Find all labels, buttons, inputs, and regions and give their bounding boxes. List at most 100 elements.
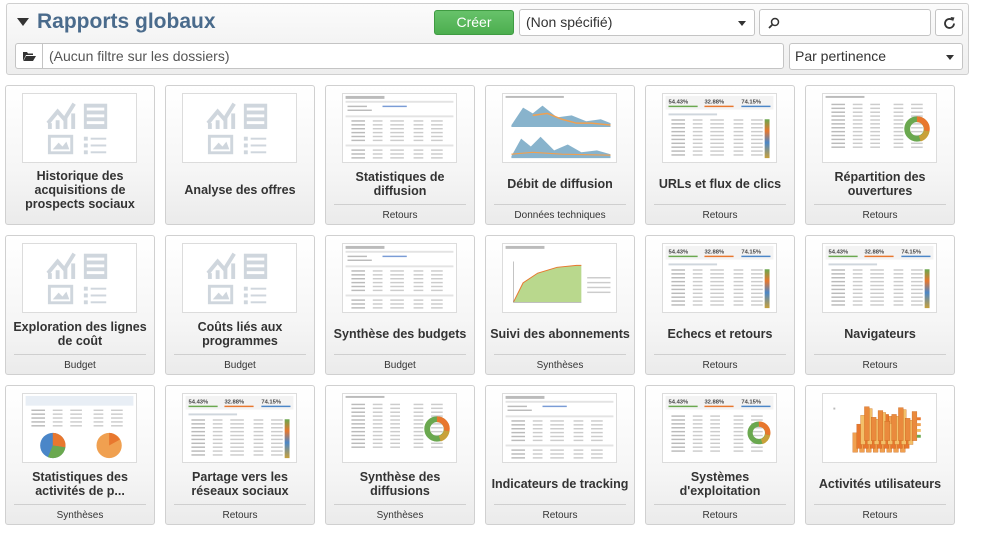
report-title: Navigateurs	[844, 327, 916, 341]
report-preview-image	[23, 244, 136, 312]
report-preview-image	[183, 244, 296, 312]
report-card[interactable]: Synthèse des budgets Budget	[325, 235, 475, 375]
chevron-down-icon	[738, 21, 746, 26]
report-category: Retours	[814, 204, 946, 221]
report-thumbnail	[22, 393, 137, 463]
report-card[interactable]: Coûts liés aux programmes Budget	[165, 235, 315, 375]
collapse-triangle-icon[interactable]	[17, 18, 29, 26]
report-title: Synthèse des diffusions	[359, 470, 441, 498]
report-title: Coûts liés aux programmes	[197, 320, 283, 348]
report-thumbnail	[342, 93, 457, 163]
report-card[interactable]: 54.43% 32.88% 74.15%	[645, 235, 795, 375]
sort-select[interactable]: Par pertinence	[789, 43, 963, 70]
report-preview-image	[25, 395, 134, 459]
report-preview-image	[825, 95, 930, 148]
report-preview-image	[505, 245, 611, 303]
report-category: Retours	[174, 504, 306, 521]
report-title: Indicateurs de tracking	[491, 477, 629, 491]
open-folder-icon	[23, 52, 36, 61]
report-card[interactable]: Activités utilisateurs Retours	[805, 385, 955, 525]
report-category: Retours	[654, 204, 786, 221]
report-title: Débit de diffusion	[507, 177, 613, 191]
report-title: Statistiques des activités de p...	[32, 470, 128, 498]
report-preview-image: 54.43% 32.88% 74.15%	[665, 95, 774, 159]
report-thumbnail: 54.43% 32.88% 74.15%	[662, 243, 777, 313]
reports-header: Rapports globaux Créer (Non spécifié) (A…	[6, 3, 969, 75]
report-preview-image	[505, 395, 614, 459]
report-category: Budget	[14, 354, 146, 371]
report-thumbnail	[22, 93, 137, 163]
report-category: Budget	[334, 354, 466, 371]
svg-text:74.15%: 74.15%	[741, 400, 762, 406]
svg-text:54.43%: 54.43%	[669, 250, 690, 256]
report-card[interactable]: Débit de diffusion Données techniques	[485, 85, 635, 225]
report-thumbnail	[502, 393, 617, 463]
report-thumbnail	[182, 243, 297, 313]
svg-text:74.15%: 74.15%	[901, 250, 922, 256]
report-thumbnail	[502, 243, 617, 313]
report-title: Echecs et retours	[667, 327, 773, 341]
report-category: Retours	[654, 504, 786, 521]
report-title: Partage vers les réseaux sociaux	[191, 470, 289, 498]
report-thumbnail	[182, 93, 297, 163]
chevron-down-icon	[946, 55, 954, 60]
report-preview-image: 54.43% 32.88% 74.15%	[665, 395, 774, 452]
report-card[interactable]: 54.43% 32.88% 74.15%	[165, 385, 315, 525]
report-preview-image	[183, 94, 296, 162]
report-card[interactable]: Suivi des abonnements Synthèses	[485, 235, 635, 375]
report-title: Exploration des lignes de coût	[13, 320, 147, 348]
svg-text:32.88%: 32.88%	[704, 100, 725, 106]
report-category: Retours	[814, 504, 946, 521]
report-card[interactable]: Analyse des offres	[165, 85, 315, 225]
report-thumbnail	[822, 393, 937, 463]
report-title: Analyse des offres	[184, 183, 296, 197]
folder-button[interactable]	[15, 43, 43, 69]
report-category: Données techniques	[494, 204, 626, 221]
report-thumbnail: 54.43% 32.88% 74.15%	[662, 393, 777, 463]
report-thumbnail: 54.43% 32.88% 74.15%	[182, 393, 297, 463]
search-icon	[768, 17, 780, 29]
report-title: Statistiques de diffusion	[355, 170, 445, 198]
report-thumbnail	[342, 243, 457, 313]
svg-text:54.43%: 54.43%	[189, 400, 210, 406]
report-card[interactable]: Statistiques des activités de p... Synthè…	[5, 385, 155, 525]
report-title: Activités utilisateurs	[818, 477, 942, 491]
refresh-button[interactable]	[935, 9, 963, 36]
report-title: Systèmes d'exploitation	[679, 470, 761, 498]
report-card[interactable]: 54.43% 32.88% 74.15%	[645, 385, 795, 525]
report-title: Suivi des abonnements	[490, 327, 630, 341]
report-title: Historique des acquisitions de prospects…	[25, 169, 135, 211]
report-thumbnail	[22, 243, 137, 313]
report-preview-image: 54.43% 32.88% 74.15%	[185, 395, 294, 459]
page-title: Rapports globaux	[37, 10, 216, 33]
report-category: Retours	[334, 204, 466, 221]
folder-filter-field[interactable]: (Aucun filtre sur les dossiers)	[42, 43, 784, 69]
report-thumbnail	[502, 93, 617, 163]
report-card[interactable]: 54.43% 32.88% 74.15%	[645, 85, 795, 225]
svg-text:32.88%: 32.88%	[704, 400, 725, 406]
report-preview-image	[345, 95, 454, 159]
report-card[interactable]: Synthèse des diffusions Synthèses	[325, 385, 475, 525]
type-select-value: (Non spécifié)	[526, 14, 613, 30]
report-category: Retours	[654, 354, 786, 371]
report-preview-image	[345, 395, 450, 448]
report-category: Synthèses	[334, 504, 466, 521]
report-thumbnail	[822, 93, 937, 163]
report-card[interactable]: Répartition des ouvertures Retours	[805, 85, 955, 225]
report-card[interactable]: 54.43% 32.88% 74.15%	[805, 235, 955, 375]
report-card[interactable]: Exploration des lignes de coût Budget	[5, 235, 155, 375]
create-button[interactable]: Créer	[434, 10, 514, 35]
report-card[interactable]: Statistiques de diffusion Retours	[325, 85, 475, 225]
svg-text:54.43%: 54.43%	[829, 250, 850, 256]
report-title: Synthèse des budgets	[333, 327, 467, 341]
svg-text:32.88%: 32.88%	[864, 250, 885, 256]
report-title: Répartition des ouvertures	[834, 170, 926, 198]
report-preview-image	[833, 406, 921, 453]
report-card[interactable]: Indicateurs de tracking Retours	[485, 385, 635, 525]
svg-text:54.43%: 54.43%	[669, 400, 690, 406]
search-input[interactable]	[759, 9, 931, 36]
svg-text:74.15%: 74.15%	[741, 100, 762, 106]
type-select[interactable]: (Non spécifié)	[519, 9, 755, 36]
report-card[interactable]: Historique des acquisitions de prospects…	[5, 85, 155, 225]
report-thumbnail: 54.43% 32.88% 74.15%	[662, 93, 777, 163]
